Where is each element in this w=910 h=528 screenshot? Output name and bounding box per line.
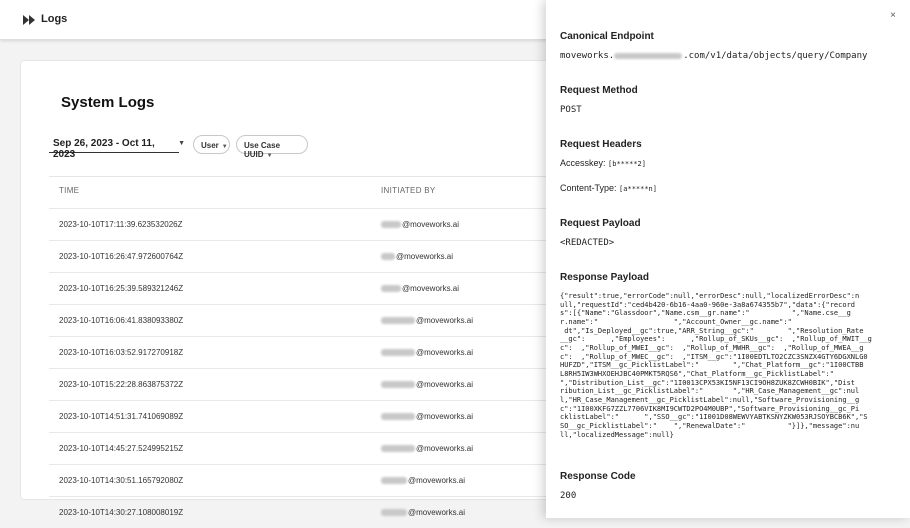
row-user: @moveworks.ai (381, 316, 473, 325)
row-time: 2023-10-10T14:30:27.108008019Z (59, 508, 184, 517)
table-row[interactable]: 2023-10-10T16:06:41.838093380Z @movework… (49, 304, 569, 336)
request-headers-title: Request Headers (560, 139, 642, 150)
redacted-text (381, 413, 415, 421)
app-title: Logs (41, 13, 68, 25)
row-time: 2023-10-10T14:45:27.524995215Z (59, 444, 184, 453)
canonical-endpoint-value: moveworks. .com/v1/data/objects/query/Com… (560, 51, 868, 61)
table-row[interactable]: 2023-10-10T14:30:27.108008019Z @movework… (49, 496, 569, 528)
row-user: @moveworks.ai (381, 380, 473, 389)
table-row[interactable]: 2023-10-10T17:11:39.623532026Z @movework… (49, 208, 569, 240)
redacted-text (614, 52, 683, 59)
table-row[interactable]: 2023-10-10T14:30:51.165792080Z @movework… (49, 464, 569, 496)
row-time: 2023-10-10T16:26:47.972600764Z (59, 252, 184, 261)
column-header-initiated-by[interactable]: INITIATED BY (381, 186, 436, 195)
table-row[interactable]: 2023-10-10T16:26:47.972600764Z @movework… (49, 240, 569, 272)
redacted-text (381, 509, 407, 517)
table-row[interactable]: 2023-10-10T16:03:52.917270918Z @movework… (49, 336, 569, 368)
fast-forward-icon[interactable] (22, 13, 36, 27)
row-user: @moveworks.ai (381, 412, 473, 421)
table-row[interactable]: 2023-10-10T14:51:31.741069089Z @movework… (49, 400, 569, 432)
table-row[interactable]: 2023-10-10T15:22:28.863875372Z @movework… (49, 368, 569, 400)
row-time: 2023-10-10T16:25:39.589321246Z (59, 284, 184, 293)
content-type-header: Content-Type: [a*****n] (560, 183, 657, 193)
column-header-time[interactable]: TIME (59, 186, 79, 195)
row-time: 2023-10-10T16:03:52.917270918Z (59, 348, 184, 357)
redacted-text (381, 445, 415, 453)
user-filter-label: User (201, 141, 219, 150)
log-detail-panel: × Canonical Endpoint moveworks. .com/v1/d… (546, 0, 910, 518)
redacted-text (381, 477, 407, 485)
row-user: @moveworks.ai (381, 444, 473, 453)
logs-table (49, 176, 569, 177)
response-code-title: Response Code (560, 471, 636, 482)
row-user: @moveworks.ai (381, 220, 459, 229)
row-user: @moveworks.ai (381, 508, 465, 517)
row-time: 2023-10-10T14:51:31.741069089Z (59, 412, 184, 421)
date-range-picker[interactable]: Sep 26, 2023 - Oct 11, 2023 ▼ (49, 134, 185, 160)
row-user: @moveworks.ai (381, 348, 473, 357)
user-filter-chip[interactable]: User ▼ (193, 135, 230, 154)
response-code-value: 200 (560, 491, 577, 501)
row-time: 2023-10-10T16:06:41.838093380Z (59, 316, 184, 325)
canonical-endpoint-title: Canonical Endpoint (560, 31, 654, 42)
redacted-text (381, 221, 401, 229)
chevron-down-icon: ▼ (266, 153, 273, 159)
redacted-text (381, 285, 401, 293)
response-payload-value: {"result":true,"errorCode":null,"errorDe… (560, 292, 872, 439)
chevron-down-icon: ▼ (178, 140, 185, 147)
row-time: 2023-10-10T15:22:28.863875372Z (59, 380, 184, 389)
chevron-down-icon: ▼ (221, 144, 228, 150)
request-method-value: POST (560, 105, 582, 115)
use-case-filter-chip[interactable]: Use Case UUID ▼ (236, 135, 308, 159)
request-method-title: Request Method (560, 85, 638, 96)
page-title: System Logs (61, 94, 155, 111)
row-user: @moveworks.ai (381, 284, 459, 293)
redacted-text (381, 317, 415, 325)
table-row[interactable]: 2023-10-10T16:25:39.589321246Z @movework… (49, 272, 569, 304)
row-time: 2023-10-10T17:11:39.623532026Z (59, 220, 183, 229)
redacted-text (381, 381, 415, 389)
row-user: @moveworks.ai (381, 252, 453, 261)
accesskey-header: Accesskey: [b*****2] (560, 158, 646, 168)
redacted-text (381, 253, 395, 261)
table-row[interactable]: 2023-10-10T14:45:27.524995215Z @movework… (49, 432, 569, 464)
row-user: @moveworks.ai (381, 476, 465, 485)
request-payload-value: <REDACTED> (560, 238, 615, 248)
row-time: 2023-10-10T14:30:51.165792080Z (59, 476, 184, 485)
request-payload-title: Request Payload (560, 218, 641, 229)
close-icon[interactable]: × (890, 10, 896, 21)
redacted-text (381, 349, 415, 357)
response-payload-title: Response Payload (560, 272, 649, 283)
